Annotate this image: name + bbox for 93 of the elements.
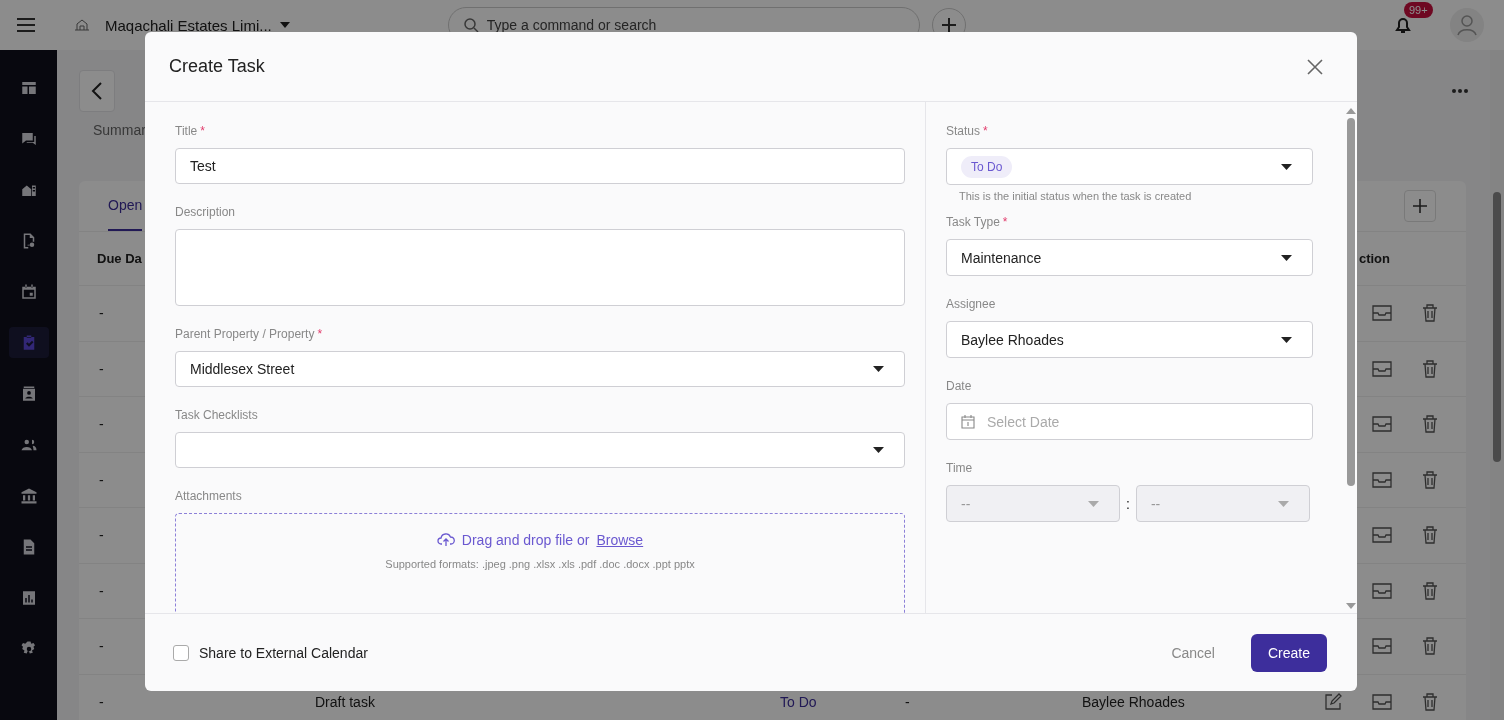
caret-icon [1088, 500, 1099, 507]
scroll-up-icon[interactable] [1346, 108, 1356, 114]
add-task-button[interactable] [1404, 190, 1436, 222]
inbox-icon[interactable] [1372, 471, 1392, 488]
logo-icon [74, 19, 90, 31]
menu-icon[interactable] [17, 18, 35, 32]
trash-icon[interactable] [1422, 581, 1438, 600]
status-text: To Do [780, 693, 817, 710]
inbox-icon[interactable] [1372, 693, 1392, 710]
plus-icon [1413, 199, 1427, 213]
required-mark: * [200, 124, 205, 138]
trash-icon[interactable] [1422, 637, 1438, 656]
list-tab[interactable]: Open [108, 181, 143, 231]
page-tab[interactable]: Summar [93, 122, 146, 138]
trash-icon[interactable] [1422, 692, 1438, 711]
upload-cloud-icon [436, 532, 455, 548]
trash-icon[interactable] [1422, 415, 1438, 434]
inbox-icon[interactable] [1372, 360, 1392, 377]
column-header: ction [1358, 251, 1390, 266]
field-label: Attachments [175, 489, 242, 503]
required-mark: * [1002, 215, 1008, 229]
required-mark: * [317, 327, 323, 341]
create-button[interactable]: Create [1250, 633, 1327, 672]
inbox-icon[interactable] [1372, 582, 1392, 599]
company-name[interactable]: Maqachali Estates Limi... [105, 16, 272, 34]
field-label: Task Type [946, 215, 1000, 229]
field-label: Description [175, 205, 236, 219]
chevron-left-icon [91, 81, 103, 101]
table-cell: - [905, 693, 910, 710]
caret-icon [1281, 254, 1292, 261]
caret-icon[interactable] [279, 22, 290, 28]
checkbox[interactable] [173, 644, 189, 661]
table-cell: Baylee Rhoades [1082, 693, 1185, 710]
field-label: Parent Property / Property [175, 327, 315, 341]
table-cell: - [99, 416, 104, 433]
field-label: Assignee [946, 297, 996, 311]
select-field[interactable]: Maintenance [946, 239, 1313, 276]
caret-icon [873, 366, 884, 372]
browse-link[interactable]: Browse [596, 532, 644, 548]
scroll-down-icon[interactable] [1346, 603, 1356, 609]
dialog-title: Create Task [169, 56, 265, 77]
status-chip: To Do [961, 155, 1013, 178]
file-dropzone[interactable]: Drag and drop file or Browse Supported formats: .jpeg .png .xlsx .xls .pdf .doc .docx .ppt pptx [175, 513, 905, 613]
inbox-icon[interactable] [1372, 638, 1392, 655]
select-field[interactable] [175, 432, 905, 468]
dropzone-prompt: Drag and drop file or [461, 532, 590, 548]
table-cell: - [99, 527, 104, 544]
status-hint: This is the initial status when the task is created [958, 189, 1193, 202]
caret-icon [1281, 336, 1292, 343]
select-field[interactable]: Middlesex Street [175, 351, 905, 387]
avatar-icon[interactable] [1450, 8, 1484, 42]
time-separator: : [1126, 495, 1130, 512]
notification-badge: 99+ [1404, 2, 1433, 18]
trash-icon[interactable] [1422, 526, 1438, 545]
table-cell: - [99, 360, 104, 377]
field-label: Title [175, 124, 198, 138]
column-header: Due Da [97, 251, 142, 266]
calendar-icon [961, 414, 975, 429]
close-icon[interactable] [1307, 58, 1323, 75]
checkbox-label: Share to External Calendar [199, 644, 368, 661]
table-cell: - [99, 582, 104, 599]
bell-icon[interactable] [1394, 16, 1412, 34]
required-mark: * [983, 124, 988, 138]
cancel-button[interactable]: Cancel [1165, 643, 1221, 662]
select-field[interactable]: Baylee Rhoades [946, 321, 1313, 358]
inbox-icon[interactable] [1372, 305, 1392, 322]
table-cell: Draft task [315, 693, 375, 710]
more-icon[interactable] [1452, 89, 1468, 93]
trash-icon[interactable] [1422, 304, 1438, 323]
caret-icon [873, 447, 884, 453]
table-cell: - [99, 693, 104, 710]
status-select[interactable]: To Do [946, 148, 1313, 185]
supported-formats-text: Supported formats: .jpeg .png .xlsx .xls .pdf .doc .docx .ppt pptx [385, 558, 695, 570]
field-label: Time [946, 461, 973, 475]
calendar-icon [19, 282, 38, 301]
plus-icon [940, 17, 957, 33]
inbox-icon[interactable] [1372, 527, 1392, 544]
caret-icon [1277, 500, 1289, 507]
inbox-icon[interactable] [1372, 416, 1392, 433]
trash-icon[interactable] [1422, 470, 1438, 489]
title-input[interactable]: Test [175, 148, 905, 184]
field-label: Task Checklists [175, 408, 258, 422]
caret-icon [1281, 163, 1292, 170]
table-cell: - [99, 638, 104, 655]
search-icon [462, 17, 479, 33]
field-label: Date [946, 379, 972, 393]
table-cell: - [99, 471, 104, 488]
back-button[interactable] [79, 70, 115, 112]
trash-icon[interactable] [1422, 359, 1438, 378]
table-cell: - [99, 305, 104, 322]
edit-icon[interactable] [1324, 692, 1342, 711]
field-label: Status [946, 124, 981, 138]
bank-icon [19, 486, 38, 505]
